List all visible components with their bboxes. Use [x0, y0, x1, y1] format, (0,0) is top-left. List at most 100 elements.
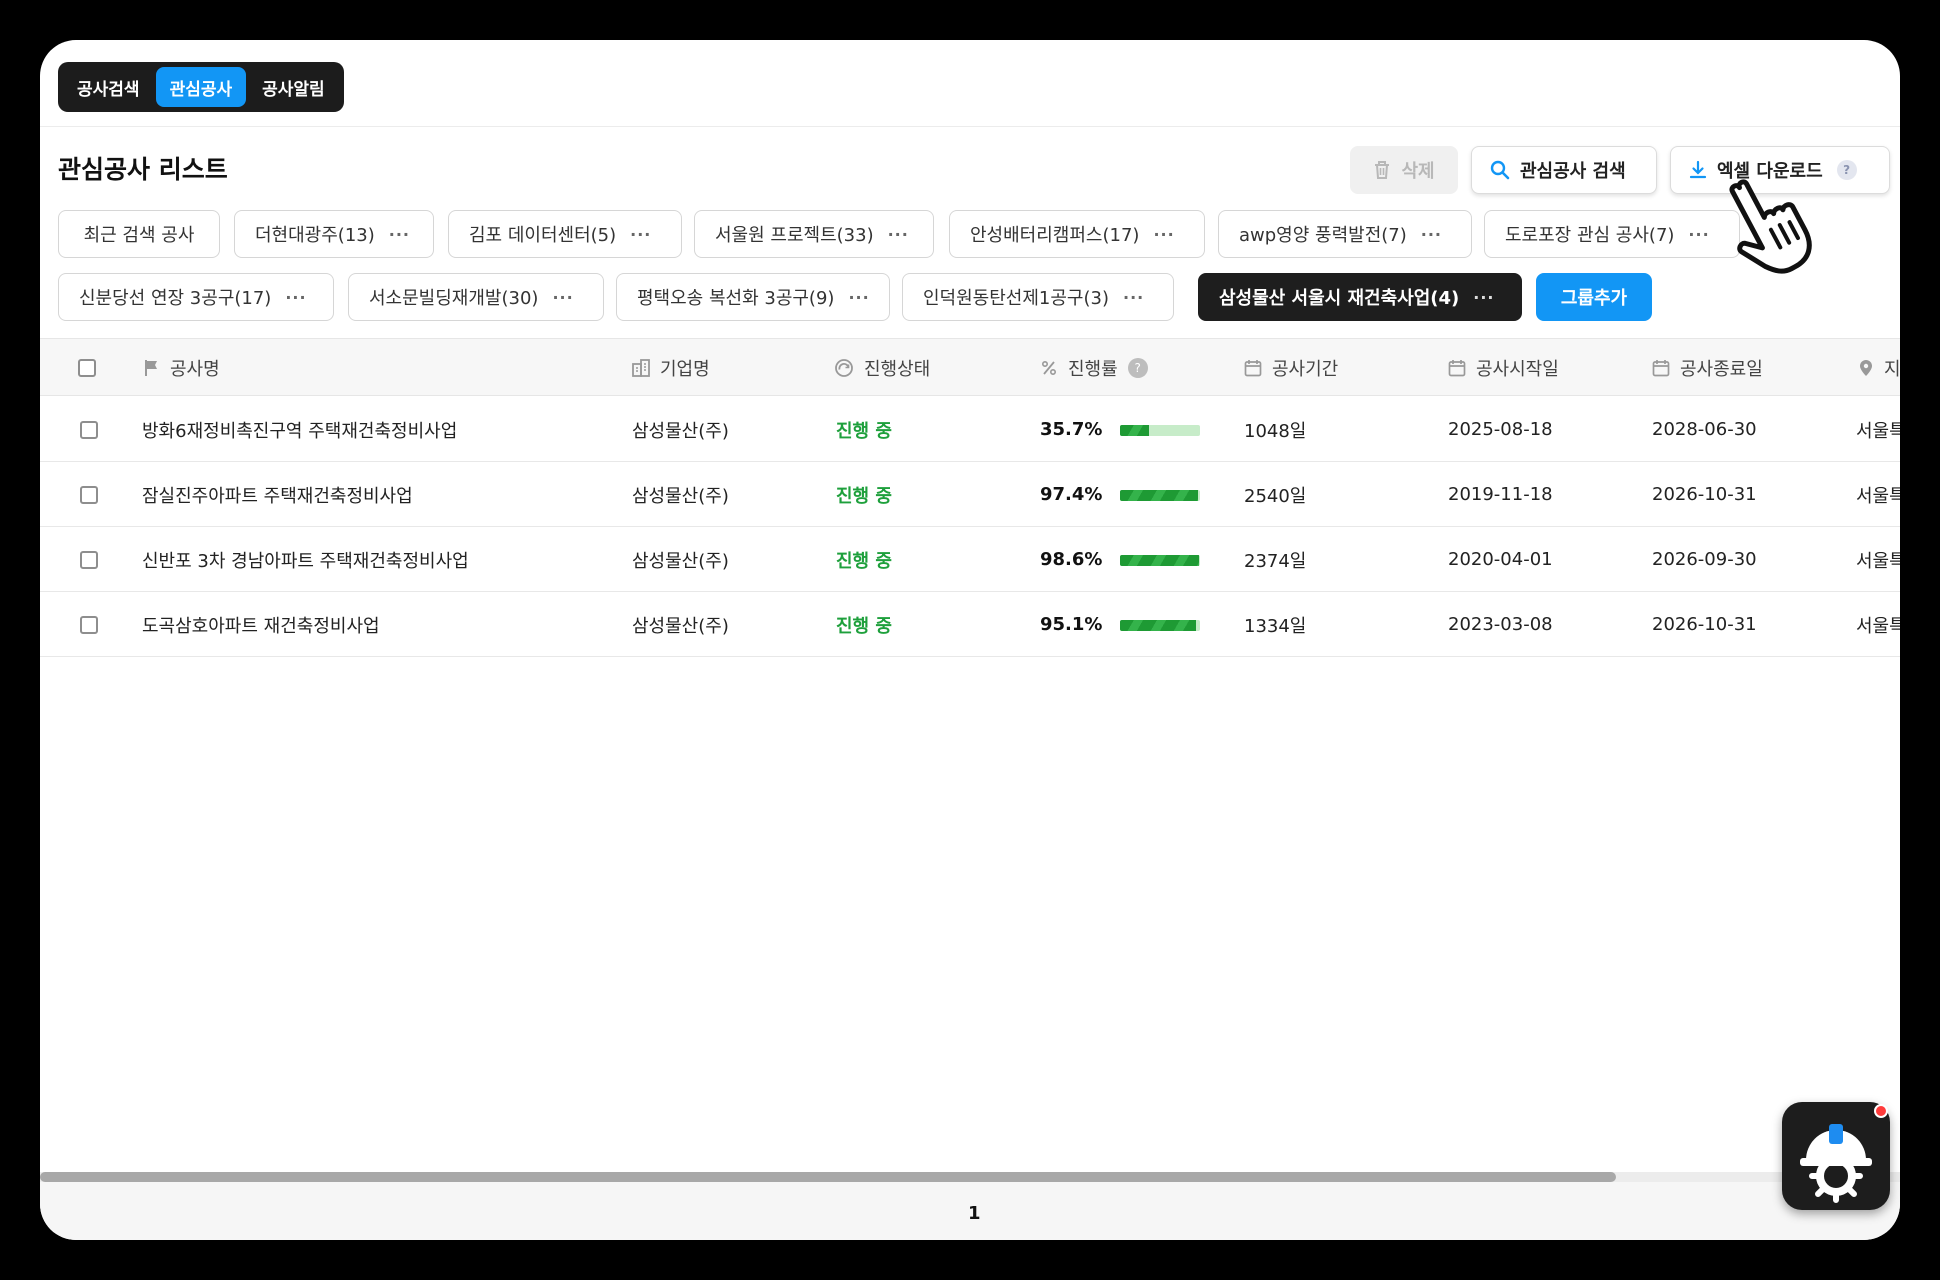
- page-title: 관심공사 리스트: [58, 155, 228, 184]
- more-icon[interactable]: ···: [1421, 225, 1442, 244]
- region: 서울특: [1856, 550, 1900, 572]
- project-name[interactable]: 잠실진주아파트 주택재건축정비사업: [142, 462, 413, 527]
- row-select-cell: [80, 397, 98, 462]
- help-icon[interactable]: ?: [1836, 160, 1857, 180]
- group-chip[interactable]: 더현대광주(13) ···: [234, 210, 434, 258]
- group-chip[interactable]: 안성배터리캠퍼스(17) ···: [949, 210, 1205, 258]
- group-chip-label: awp영양 풍력발전(7): [1239, 225, 1407, 246]
- group-chip[interactable]: 김포 데이터센터(5) ···: [448, 210, 682, 258]
- group-chip[interactable]: 평택오송 복선화 3공구(9) ···: [616, 273, 890, 321]
- project-name[interactable]: 신반포 3차 경남아파트 주택재건축정비사업: [142, 527, 469, 592]
- duration: 1048일: [1244, 420, 1307, 442]
- duration: 2540일: [1244, 485, 1307, 507]
- group-chip[interactable]: awp영양 풍력발전(7) ···: [1218, 210, 1472, 258]
- search-icon: [1490, 160, 1510, 180]
- column-label: 기업명: [660, 359, 710, 380]
- more-icon[interactable]: ···: [1153, 225, 1174, 244]
- more-icon[interactable]: ···: [848, 288, 869, 307]
- company-name: 삼성물산(주): [632, 485, 729, 507]
- column-start-date[interactable]: 공사시작일: [1448, 339, 1559, 397]
- column-status[interactable]: 진행상태: [834, 339, 930, 397]
- horizontal-scrollbar-thumb[interactable]: [40, 1172, 1616, 1182]
- column-end-date[interactable]: 공사종료일: [1652, 339, 1763, 397]
- hardhat-robot-icon: [1800, 1124, 1872, 1203]
- pointer-hand-icon: [1729, 179, 1812, 274]
- building-icon: [632, 359, 650, 377]
- column-name[interactable]: 공사명: [144, 339, 220, 397]
- more-icon[interactable]: ···: [1688, 225, 1709, 244]
- column-region[interactable]: 지: [1858, 339, 1900, 397]
- group-chip-label: 서울원 프로젝트(33): [715, 225, 874, 246]
- more-icon[interactable]: ···: [888, 225, 909, 244]
- status-text: 진행 중: [836, 615, 892, 637]
- company-name: 삼성물산(주): [632, 550, 729, 572]
- group-chip[interactable]: 서울원 프로젝트(33) ···: [694, 210, 934, 258]
- group-chip-label: 최근 검색 공사: [83, 225, 195, 246]
- duration: 2374일: [1244, 550, 1307, 572]
- region: 서울특: [1856, 615, 1900, 637]
- table-row[interactable]: 잠실진주아파트 주택재건축정비사업 삼성물산(주) 진행 중 97.4% 254…: [40, 462, 1900, 527]
- column-progress[interactable]: 진행률 ?: [1040, 339, 1148, 397]
- tab-interest-construction[interactable]: 관심공사: [155, 67, 247, 107]
- start-date: 2020-04-01: [1448, 549, 1553, 570]
- group-chip-label: 서소문빌딩재개발(30): [369, 288, 539, 309]
- row-checkbox[interactable]: [80, 615, 98, 634]
- row-checkbox[interactable]: [80, 420, 98, 439]
- help-icon[interactable]: ?: [1127, 358, 1148, 378]
- tab-construction-alerts[interactable]: 공사알림: [248, 67, 339, 107]
- main-tabs: 공사검색 관심공사 공사알림: [58, 62, 344, 112]
- column-label: 공사명: [170, 359, 220, 380]
- select-all-checkbox[interactable]: [78, 359, 96, 377]
- progress-bar-fill: [1120, 620, 1197, 631]
- more-icon[interactable]: ···: [389, 225, 410, 244]
- header-divider: [40, 126, 1900, 127]
- more-icon[interactable]: ···: [1473, 288, 1494, 307]
- group-chip-label: 안성배터리캠퍼스(17): [970, 225, 1140, 246]
- progress-percent: 35.7%: [1040, 419, 1103, 440]
- table-row[interactable]: 도곡삼호아파트 재건축정비사업 삼성물산(주) 진행 중 95.1% 1334일…: [40, 592, 1900, 657]
- row-checkbox[interactable]: [80, 485, 98, 504]
- status-text: 진행 중: [836, 420, 892, 442]
- group-chip-label: 삼성물산 서울시 재건축사업(4): [1219, 288, 1460, 309]
- end-date: 2028-06-30: [1652, 419, 1757, 440]
- delete-button[interactable]: 삭제: [1350, 146, 1458, 194]
- column-label: 지: [1884, 359, 1900, 380]
- group-chip[interactable]: 신분당선 연장 3공구(17) ···: [58, 273, 334, 321]
- add-group-label: 그룹추가: [1560, 288, 1628, 309]
- group-chip[interactable]: 인덕원동탄선제1공구(3) ···: [902, 273, 1174, 321]
- column-duration[interactable]: 공사기간: [1244, 339, 1338, 397]
- add-group-button[interactable]: 그룹추가: [1536, 273, 1652, 321]
- row-checkbox[interactable]: [80, 550, 98, 569]
- group-chip-selected[interactable]: 삼성물산 서울시 재건축사업(4) ···: [1198, 273, 1522, 321]
- interest-search-button[interactable]: 관심공사 검색: [1471, 146, 1657, 194]
- progress-bar: [1120, 620, 1200, 631]
- more-icon[interactable]: ···: [552, 288, 573, 307]
- column-company[interactable]: 기업명: [632, 339, 710, 397]
- progress-percent: 97.4%: [1040, 484, 1103, 505]
- download-icon: [1689, 160, 1707, 179]
- device-frame: 공사검색 관심공사 공사알림 관심공사 리스트 삭제 관심공사 검색 엑셀 다운…: [0, 0, 1940, 1280]
- progress-circle-icon: [835, 359, 853, 377]
- helper-bot-button[interactable]: [1782, 1102, 1890, 1210]
- progress-percent: 98.6%: [1040, 549, 1103, 570]
- project-name[interactable]: 방화6재정비촉진구역 주택재건축정비사업: [142, 397, 457, 462]
- table-row[interactable]: 방화6재정비촉진구역 주택재건축정비사업 삼성물산(주) 진행 중 35.7% …: [40, 397, 1900, 462]
- more-icon[interactable]: ···: [630, 225, 651, 244]
- progress-bar: [1120, 555, 1200, 566]
- region: 서울특: [1856, 420, 1900, 442]
- project-name[interactable]: 도곡삼호아파트 재건축정비사업: [142, 592, 380, 657]
- group-chip-label: 평택오송 복선화 3공구(9): [637, 288, 835, 309]
- start-date: 2025-08-18: [1448, 419, 1553, 440]
- group-chip-recent[interactable]: 최근 검색 공사: [58, 210, 220, 258]
- progress-bar: [1120, 490, 1200, 501]
- status-text: 진행 중: [836, 485, 892, 507]
- tab-construction-search[interactable]: 공사검색: [63, 67, 154, 107]
- table-row[interactable]: 신반포 3차 경남아파트 주택재건축정비사업 삼성물산(주) 진행 중 98.6…: [40, 527, 1900, 592]
- page-number-current[interactable]: 1: [968, 1203, 981, 1224]
- delete-label: 삭제: [1401, 161, 1435, 182]
- more-icon[interactable]: ···: [1123, 288, 1144, 307]
- calendar-icon: [1244, 360, 1262, 377]
- group-chip[interactable]: 도로포장 관심 공사(7) ···: [1484, 210, 1740, 258]
- more-icon[interactable]: ···: [285, 288, 306, 307]
- group-chip[interactable]: 서소문빌딩재개발(30) ···: [348, 273, 604, 321]
